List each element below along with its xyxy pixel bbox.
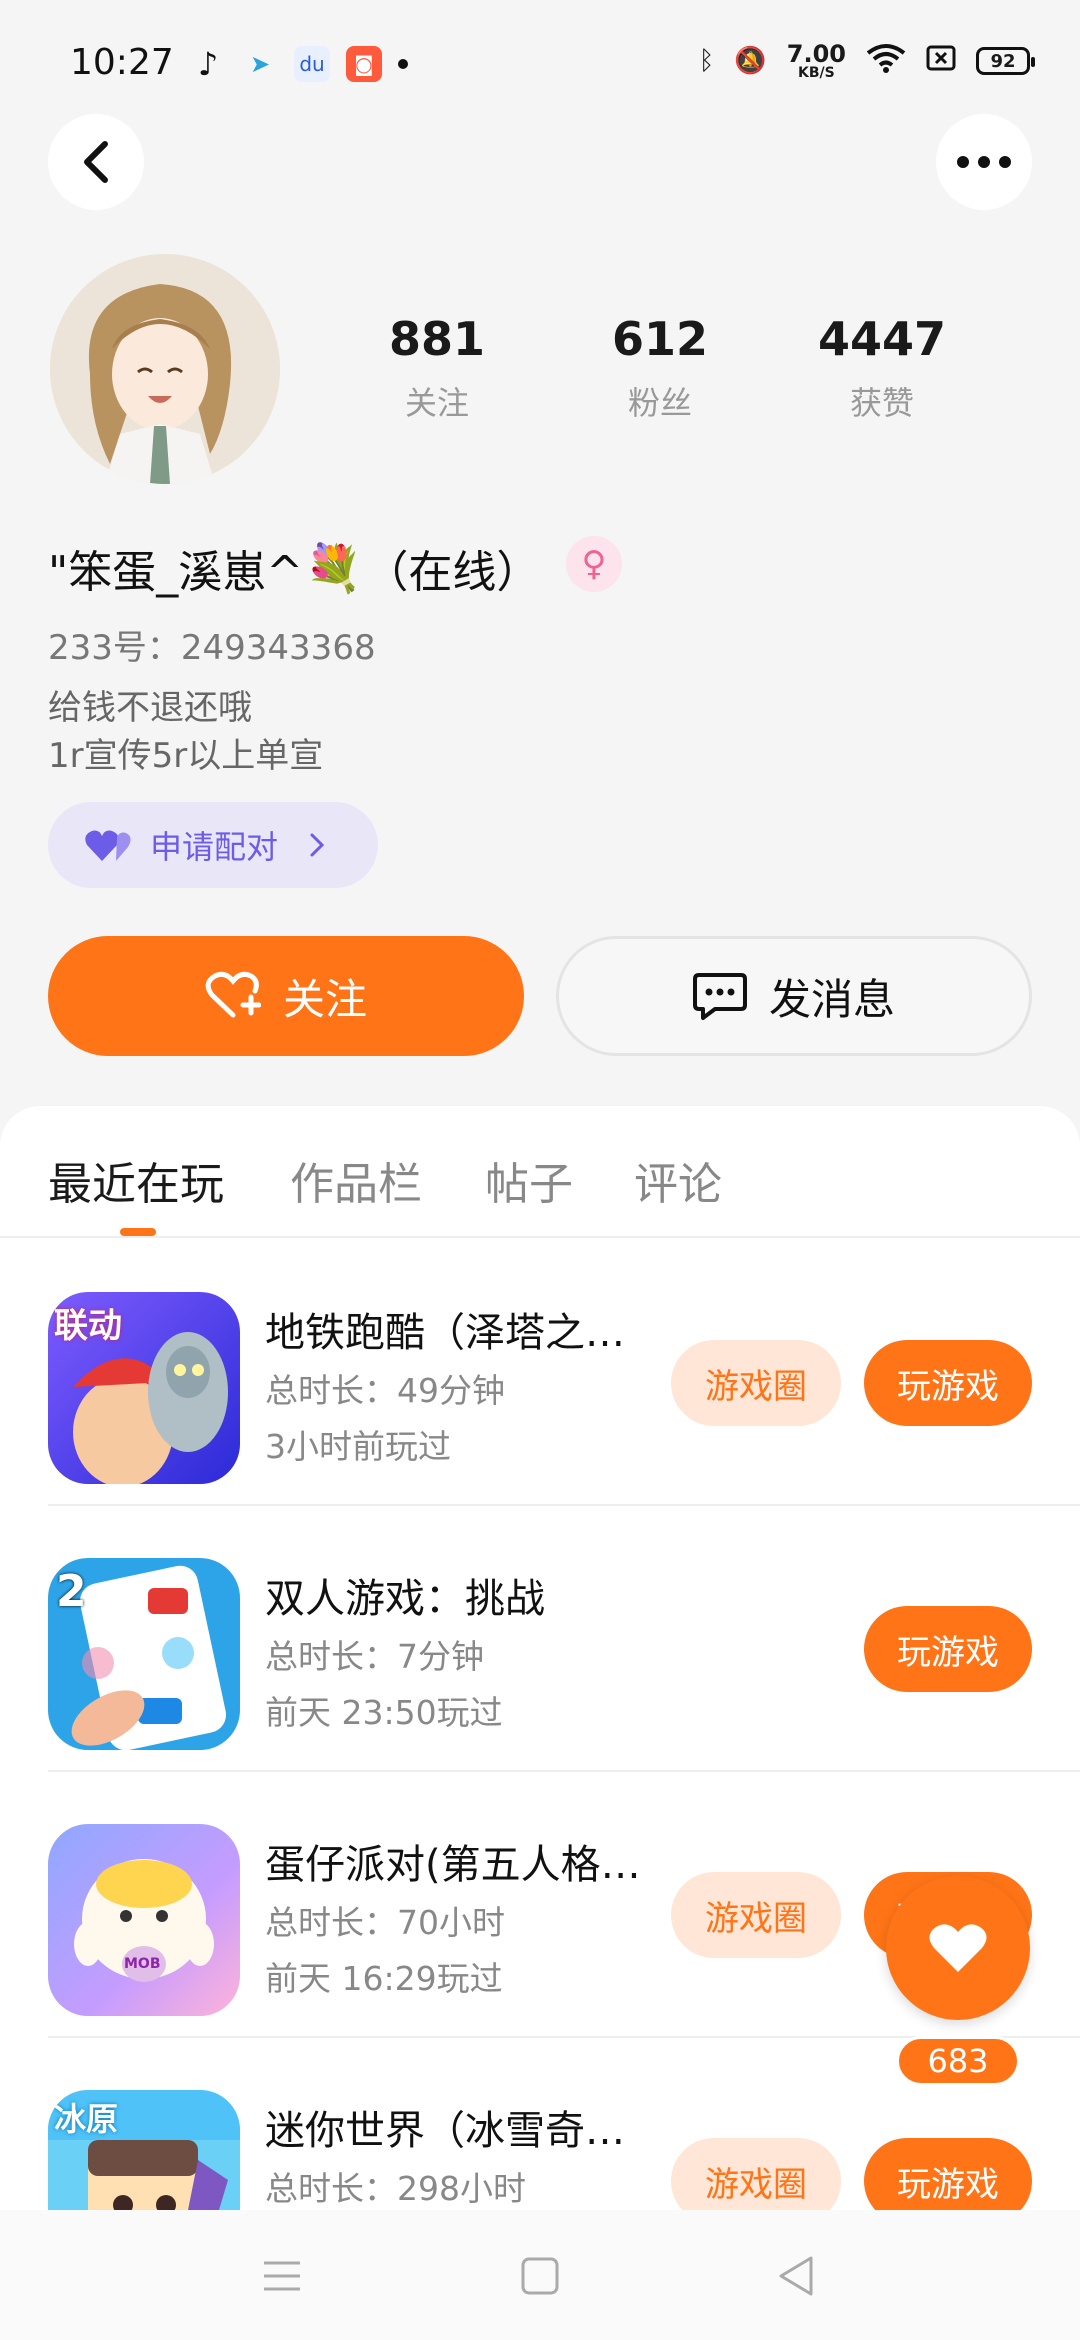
heart-icon xyxy=(929,1924,987,1972)
avatar[interactable] xyxy=(50,254,280,484)
game-row[interactable]: 2 双人游戏：挑战 总时长：7分钟 前天 23:50玩过 玩游戏 xyxy=(0,1506,1080,1772)
game-badge-mob: MOB xyxy=(124,1956,161,1972)
bouquet-emoji-icon: 💐 xyxy=(305,540,363,595)
game-icon-subway-surfers[interactable]: 联动 xyxy=(48,1292,240,1484)
game-row[interactable]: 联动 地铁跑酷（泽塔之… 总时长：49分钟 3小时前玩过 游戏圈 玩游戏 xyxy=(0,1240,1080,1506)
double-heart-icon xyxy=(85,830,131,861)
wifi-icon xyxy=(866,43,906,80)
game-icon-eggy-party[interactable]: MOB xyxy=(48,1824,240,2016)
tab-recently-played[interactable]: 最近在玩 xyxy=(48,1148,224,1212)
follow-button[interactable]: 关注 xyxy=(48,936,524,1056)
play-game-button[interactable]: 玩游戏 xyxy=(864,1606,1032,1692)
stat-followers[interactable]: 612 粉丝 xyxy=(560,312,760,424)
notification-icons: ♪ ➤ du ◙ xyxy=(190,45,408,83)
back-button[interactable] xyxy=(48,114,144,210)
heart-plus-icon xyxy=(205,971,261,1018)
tab-bar: 最近在玩 作品栏 帖子 评论 xyxy=(0,1106,1080,1238)
more-button[interactable] xyxy=(936,114,1032,210)
request-pair-button[interactable]: 申请配对 xyxy=(48,802,378,888)
battery-icon: 92 xyxy=(976,47,1035,75)
game-duration: 总时长：7分钟 xyxy=(265,1637,484,1676)
game-circle-button[interactable]: 游戏圈 xyxy=(671,1872,841,1958)
sim-icon xyxy=(926,45,956,78)
game-icon-two-player[interactable]: 2 xyxy=(48,1558,240,1750)
tab-works[interactable]: 作品栏 xyxy=(290,1148,422,1212)
status-bar: 10:27 ♪ ➤ du ◙ ᛒ 🔕 7.00 KB/S 92 xyxy=(0,0,1080,130)
home-nav-button[interactable] xyxy=(516,2252,564,2300)
back-nav-button[interactable] xyxy=(772,2252,820,2300)
game-last-played: 前天 16:29玩过 xyxy=(265,1959,503,1998)
game-badge-ice: 冰原 xyxy=(54,2100,119,2138)
like-count-badge: 683 xyxy=(896,2036,1020,2086)
network-speed: 7.00 KB/S xyxy=(786,40,846,81)
game-duration: 总时长：49分钟 xyxy=(265,1371,505,1410)
game-name: 地铁跑酷（泽塔之… xyxy=(265,1310,625,1356)
game-name: 迷你世界（冰雪奇… xyxy=(265,2108,625,2154)
account-id: 233号：249343368 xyxy=(48,628,376,668)
chat-bubble-icon xyxy=(692,973,747,1020)
status-time: 10:27 xyxy=(70,42,174,83)
baidu-icon: du xyxy=(294,46,330,82)
game-duration: 总时长：70小时 xyxy=(265,1903,505,1942)
tiktok-icon: ♪ xyxy=(197,45,219,83)
tab-comments[interactable]: 评论 xyxy=(634,1148,722,1212)
mute-icon: 🔕 xyxy=(734,46,767,76)
game-last-played: 前天 23:50玩过 xyxy=(265,1693,503,1732)
bio: 给钱不退还哦 1r宣传5r以上单宣 xyxy=(48,688,324,776)
back-triangle-icon xyxy=(779,2256,813,2296)
game-name: 双人游戏：挑战 xyxy=(265,1576,545,1622)
more-dots-icon xyxy=(957,156,1011,168)
username: "笨蛋_溪崽^ 💐 （在线） xyxy=(48,540,541,599)
female-gender-icon: ♀ xyxy=(566,536,622,592)
more-notifications-icon xyxy=(398,59,408,69)
bluetooth-icon: ᛒ xyxy=(698,46,715,76)
stat-following[interactable]: 881 关注 xyxy=(337,312,537,424)
telegram-icon: ➤ xyxy=(249,50,271,78)
stat-likes[interactable]: 4447 获赞 xyxy=(782,312,982,424)
tab-posts[interactable]: 帖子 xyxy=(485,1148,573,1212)
system-nav-bar xyxy=(0,2210,1080,2340)
game-last-played: 3小时前玩过 xyxy=(265,1427,451,1466)
content-panel: 最近在玩 作品栏 帖子 评论 联动 地铁跑酷（泽塔之… 总时长：49分钟 3小时… xyxy=(0,1106,1080,2340)
send-message-button[interactable]: 发消息 xyxy=(556,936,1032,1056)
game-duration: 总时长：298小时 xyxy=(265,2169,526,2208)
chevron-left-icon xyxy=(84,141,108,183)
home-square-icon xyxy=(521,2257,559,2295)
like-fab-button[interactable] xyxy=(886,1876,1030,2020)
menu-icon xyxy=(264,2261,300,2291)
app-notification-icon: ◙ xyxy=(346,46,382,82)
game-badge-number: 2 xyxy=(56,1566,87,1617)
game-badge-collab: 联动 xyxy=(54,1306,122,1346)
chevron-right-icon xyxy=(310,833,325,857)
tab-indicator xyxy=(120,1228,156,1236)
game-name: 蛋仔派对(第五人格… xyxy=(265,1842,641,1888)
system-status: ᛒ 🔕 7.00 KB/S 92 xyxy=(698,40,1035,81)
game-circle-button[interactable]: 游戏圈 xyxy=(671,1340,841,1426)
play-game-button[interactable]: 玩游戏 xyxy=(864,1340,1032,1426)
menu-nav-button[interactable] xyxy=(258,2252,306,2300)
